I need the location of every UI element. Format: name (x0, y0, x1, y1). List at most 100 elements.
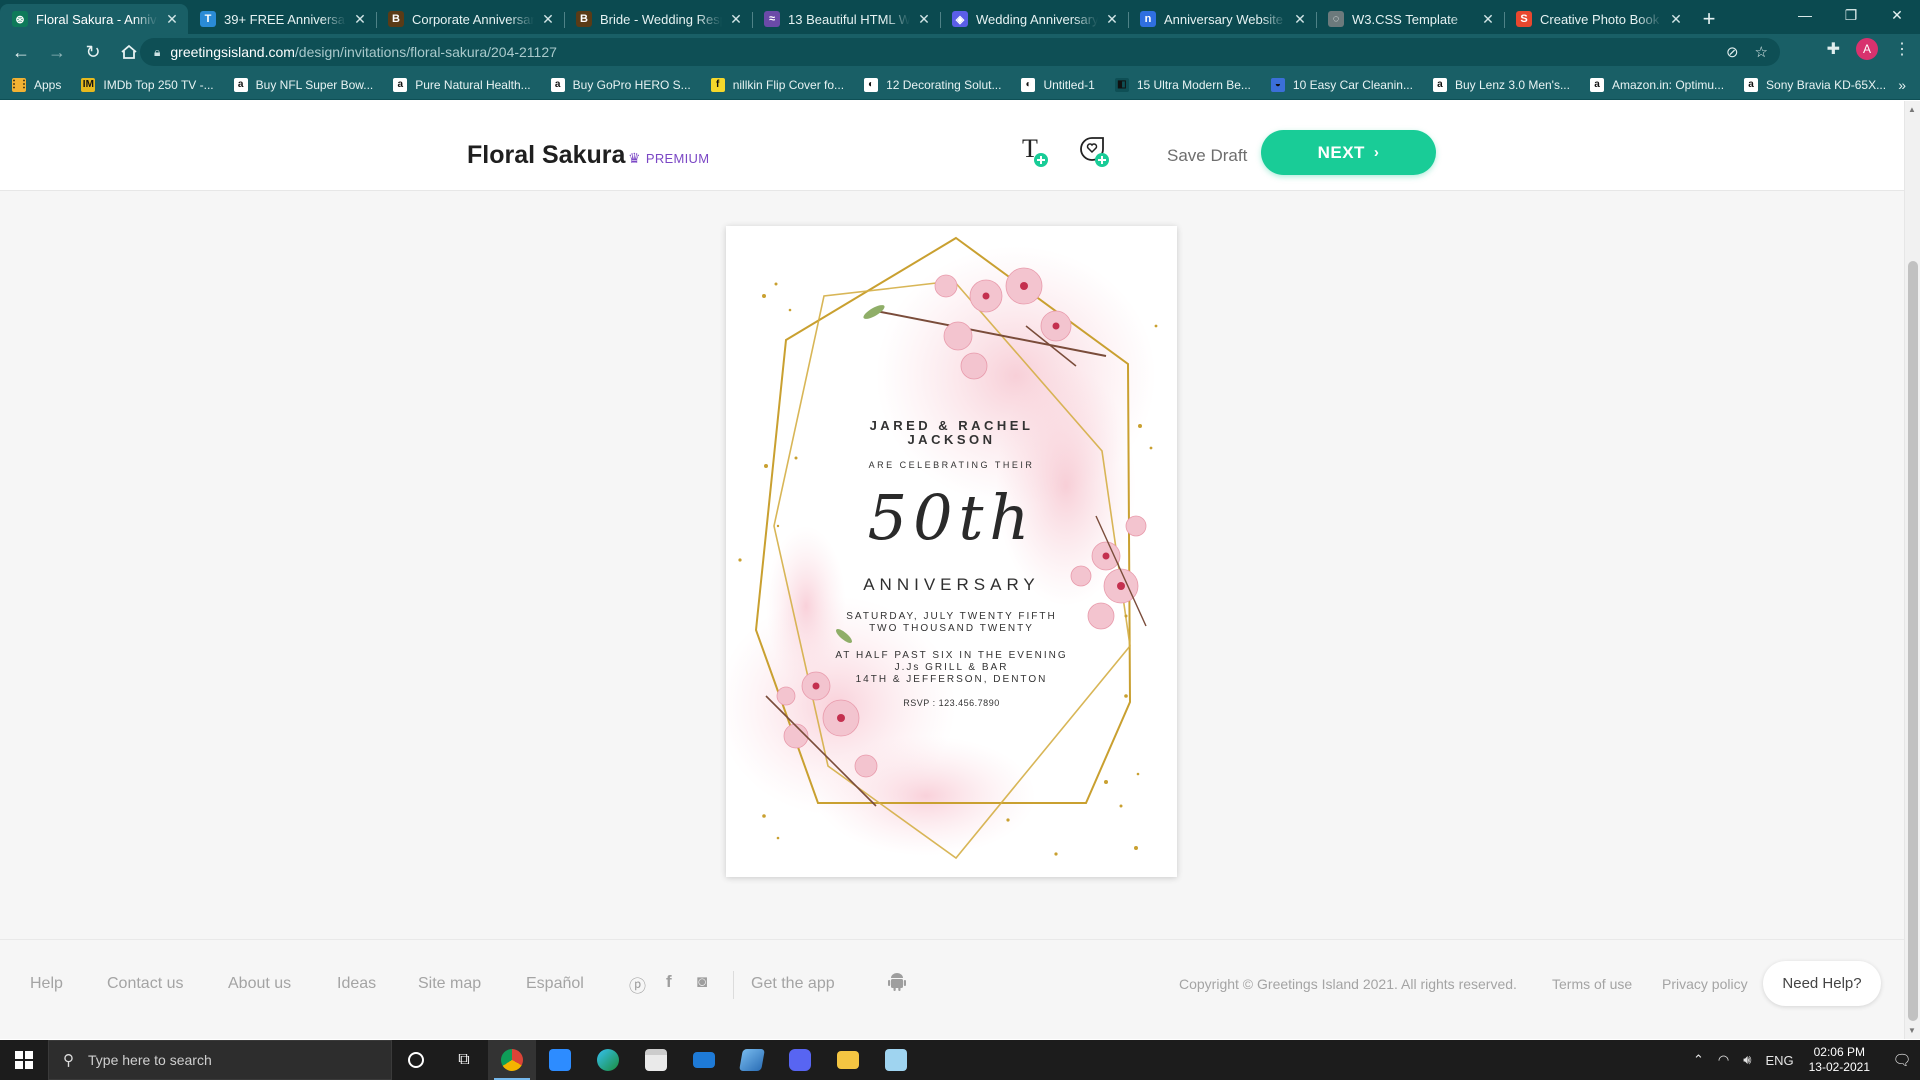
profile-avatar[interactable]: A (1856, 38, 1878, 60)
celebrating-line[interactable]: ARE CELEBRATING THEIR (726, 460, 1177, 470)
browser-tab[interactable]: ⊛ Floral Sakura - Anniversary ✕ (0, 4, 188, 34)
star-bookmark-icon[interactable]: ☆ (1755, 43, 1768, 61)
taskbar-explorer-icon[interactable] (824, 1040, 872, 1080)
windows-start-icon[interactable] (0, 1040, 48, 1080)
bookmark-item[interactable]: a Amazon.in: Optimu... (1589, 77, 1724, 92)
footer-link-sitemap[interactable]: Site map (418, 975, 481, 993)
ordinal-script[interactable]: 50th (726, 481, 1177, 554)
restore-button[interactable]: ❐ (1828, 0, 1874, 30)
footer-link-ideas[interactable]: Ideas (337, 975, 376, 993)
bookmark-item[interactable]: ◐ Untitled-1 (1021, 77, 1095, 92)
taskbar-discord-icon[interactable] (776, 1040, 824, 1080)
instagram-icon[interactable]: ◙ (697, 972, 707, 992)
eye-off-icon[interactable]: ⊘ (1726, 43, 1739, 61)
browser-tab[interactable]: ≈13 Beautiful HTML Wedding ✕ (752, 4, 940, 34)
bookmark-label: Pure Natural Health... (415, 77, 531, 92)
taskbar-notepad-icon[interactable] (872, 1040, 920, 1080)
bookmark-item[interactable]: a Buy NFL Super Bow... (233, 77, 373, 92)
save-draft-button[interactable]: Save Draft (1167, 146, 1247, 166)
bookmark-item[interactable]: a Pure Natural Health... (393, 77, 531, 92)
tab-close-icon[interactable]: ✕ (1480, 11, 1496, 28)
browser-tab[interactable]: n Anniversary Website Templates ✕ (1128, 4, 1316, 34)
event-date[interactable]: SATURDAY, JULY TWENTY FIFTH TWO THOUSAND… (726, 611, 1177, 635)
add-text-icon[interactable]: T (1020, 134, 1056, 169)
new-tab-button[interactable]: + (1692, 4, 1726, 34)
footer-link-contact[interactable]: Contact us (107, 975, 183, 993)
bookmarks-overflow-icon[interactable]: » (1898, 77, 1906, 93)
scrollbar-thumb[interactable] (1908, 261, 1918, 1021)
clock[interactable]: 02:06 PM 13-02-2021 (1809, 1045, 1870, 1075)
taskbar-edge-icon[interactable] (584, 1040, 632, 1080)
add-sticker-icon[interactable] (1078, 135, 1114, 169)
footer-link-espanol[interactable]: Español (526, 975, 584, 993)
footer-link-about[interactable]: About us (228, 975, 291, 993)
need-help-button[interactable]: Need Help? (1763, 961, 1881, 1006)
taskbar-mail-icon[interactable] (680, 1040, 728, 1080)
forward-arrow-icon[interactable]: → (42, 37, 72, 67)
privacy-link[interactable]: Privacy policy (1662, 976, 1748, 992)
tab-close-icon[interactable]: ✕ (916, 11, 932, 28)
browser-tab[interactable]: T 39+ FREE Anniversary Invitation ✕ (188, 4, 376, 34)
bookmark-item[interactable]: a Sony Bravia KD-65X... (1744, 77, 1886, 92)
android-icon[interactable] (887, 972, 907, 997)
browser-tab[interactable]: B Bride - Wedding Response ✕ (564, 4, 752, 34)
bookmark-item[interactable]: f nillkin Flip Cover fo... (710, 77, 845, 92)
browser-tab[interactable]: S Creative Photo Book Templates ✕ (1504, 4, 1692, 34)
browser-tab[interactable]: B Corporate Anniversary Party ✕ (376, 4, 564, 34)
bookmark-item[interactable]: a Buy Lenz 3.0 Men's... (1432, 77, 1570, 92)
tab-close-icon[interactable]: ✕ (540, 11, 556, 28)
reload-icon[interactable]: ↻ (78, 37, 108, 67)
tab-close-icon[interactable]: ✕ (164, 11, 180, 28)
tray-chevron-up-icon[interactable]: ⌃ (1693, 1052, 1704, 1068)
footer-link-help[interactable]: Help (30, 975, 63, 993)
card-title: Floral Sakura (467, 141, 626, 169)
taskbar-store-icon[interactable] (632, 1040, 680, 1080)
close-window-button[interactable]: ✕ (1874, 0, 1920, 30)
back-arrow-icon[interactable]: ← (6, 37, 36, 67)
bookmark-item[interactable]: ◧ 15 Ultra Modern Be... (1114, 77, 1251, 92)
task-view-icon[interactable]: ⧉ (440, 1040, 488, 1080)
browser-tab[interactable]: ◈ Wedding Anniversary Website ✕ (940, 4, 1128, 34)
anniversary-heading[interactable]: ANNIVERSARY (726, 575, 1177, 595)
extensions-puzzle-icon[interactable]: ✚ (1827, 39, 1840, 59)
tab-close-icon[interactable]: ✕ (1668, 11, 1684, 28)
next-button[interactable]: NEXT › (1261, 130, 1436, 175)
notification-center-icon[interactable]: 🗨︎ (1884, 1040, 1920, 1080)
bookmark-item[interactable]: ◐ 12 Decorating Solut... (864, 77, 1001, 92)
tab-favicon-icon: ◌ (1328, 11, 1344, 27)
bookmark-label: nillkin Flip Cover fo... (732, 77, 845, 92)
taskbar-chrome-icon[interactable] (488, 1040, 536, 1080)
pinterest-icon[interactable]: ⓟ (629, 972, 646, 997)
rsvp-line[interactable]: RSVP : 123.456.7890 (726, 698, 1177, 708)
tab-close-icon[interactable]: ✕ (728, 11, 744, 28)
tab-close-icon[interactable]: ✕ (1104, 11, 1120, 28)
taskbar-search[interactable]: ⚲ Type here to search (48, 1040, 392, 1080)
tab-close-icon[interactable]: ✕ (352, 11, 368, 28)
scroll-up-arrow-icon[interactable]: ▲ (1908, 105, 1916, 114)
address-bar[interactable]: 🔒︎ greetingsisland.com/design/invitation… (140, 38, 1780, 66)
browser-tab[interactable]: ◌ W3.CSS Template ✕ (1316, 4, 1504, 34)
facebook-icon[interactable]: f (666, 972, 672, 992)
menu-kebab-icon[interactable]: ⋮ (1894, 39, 1910, 59)
tab-close-icon[interactable]: ✕ (1292, 11, 1308, 28)
couple-names[interactable]: JARED & RACHEL JACKSON (726, 419, 1177, 447)
scroll-down-arrow-icon[interactable]: ▼ (1908, 1026, 1916, 1035)
premium-label: PREMIUM (645, 151, 710, 166)
volume-icon[interactable]: 🔊︎ (1743, 1052, 1751, 1068)
bookmark-item[interactable]: ⋮⋮ Apps (9, 77, 61, 92)
taskbar-app-icon[interactable] (728, 1040, 776, 1080)
wifi-icon[interactable]: ◠ (1718, 1052, 1729, 1068)
invitation-card-canvas[interactable]: JARED & RACHEL JACKSON ARE CELEBRATING T… (726, 226, 1177, 877)
event-venue[interactable]: AT HALF PAST SIX IN THE EVENING J.Js GRI… (726, 650, 1177, 686)
page-scrollbar[interactable]: ▲ ▼ (1904, 101, 1920, 1039)
taskbar-zoom-icon[interactable] (536, 1040, 584, 1080)
bookmark-item[interactable]: IM IMDb Top 250 TV -... (81, 77, 214, 92)
bookmark-item[interactable]: ◒ 10 Easy Car Cleanin... (1270, 77, 1413, 92)
cortana-icon[interactable] (392, 1040, 440, 1080)
apps-grid-icon: ⋮⋮ (9, 77, 29, 92)
language-indicator[interactable]: ENG (1765, 1053, 1793, 1068)
terms-link[interactable]: Terms of use (1552, 976, 1632, 992)
bookmark-label: Buy GoPro HERO S... (572, 77, 691, 92)
bookmark-item[interactable]: a Buy GoPro HERO S... (550, 77, 691, 92)
minimize-button[interactable]: — (1782, 0, 1828, 30)
